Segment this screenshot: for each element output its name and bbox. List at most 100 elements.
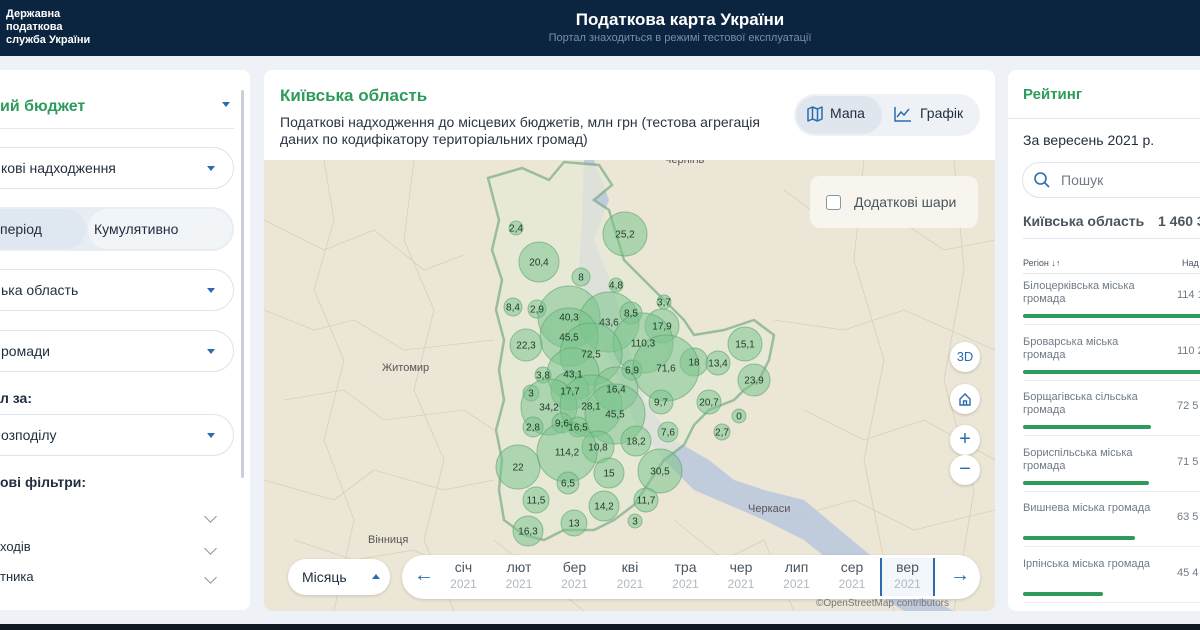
bubble-label: 30,5 bbox=[650, 467, 670, 478]
tab-period[interactable]: період bbox=[0, 221, 42, 237]
home-button[interactable] bbox=[950, 384, 980, 414]
map-title: Київська область bbox=[280, 86, 428, 105]
zoom-in-button[interactable]: + bbox=[950, 425, 980, 455]
bubble-label: 17,7 bbox=[560, 387, 580, 398]
period-select-value: Місяць bbox=[302, 569, 347, 585]
bubble-label: 15 bbox=[603, 469, 615, 480]
month-9[interactable]: вер 2021 bbox=[880, 558, 935, 596]
chevron-up-icon bbox=[372, 574, 380, 579]
month-year: 2021 bbox=[672, 577, 699, 591]
bubble-label: 110,3 bbox=[631, 339, 656, 350]
bubble-label: 8,5 bbox=[624, 309, 638, 320]
chevron-down-icon[interactable] bbox=[204, 510, 217, 523]
tab-chart-label[interactable]: Графік bbox=[920, 105, 963, 121]
month-year: 2021 bbox=[783, 577, 810, 591]
search-placeholder: Пошук bbox=[1061, 172, 1104, 188]
bubble-label: 6,9 bbox=[625, 366, 639, 377]
bubble-label: 16,3 bbox=[518, 527, 538, 538]
3d-button[interactable]: 3D bbox=[950, 342, 980, 372]
divider bbox=[1008, 118, 1200, 119]
zoom-out-button[interactable]: − bbox=[950, 455, 980, 485]
budget-select-label[interactable]: ий бюджет bbox=[0, 98, 85, 116]
map-attribution[interactable]: ©OpenStreetMap contributors bbox=[816, 598, 949, 609]
bubble-label: 2,4 bbox=[509, 224, 523, 235]
top-header: Державна податкова служба України Податк… bbox=[0, 0, 1200, 56]
bubble-label: 7,6 bbox=[661, 428, 675, 439]
period-select[interactable]: Місяць bbox=[288, 559, 390, 595]
search-input[interactable]: Пошук bbox=[1022, 162, 1200, 198]
distribution-select[interactable]: озподілу bbox=[0, 414, 234, 456]
bubble-label: 14,2 bbox=[594, 502, 614, 513]
divider bbox=[1023, 490, 1200, 492]
month-year: 2021 bbox=[727, 577, 755, 591]
divider bbox=[1023, 238, 1200, 239]
month-6[interactable]: чер 2021 bbox=[714, 558, 769, 592]
rating-row-value: 72 5 bbox=[1177, 400, 1199, 412]
rating-row[interactable]: Білоцерківська міська громада 114 1 bbox=[1023, 280, 1200, 330]
layers-checkbox[interactable] bbox=[826, 195, 841, 210]
tab-cumulative[interactable]: Кумулятивно bbox=[94, 221, 178, 237]
rating-row-bar bbox=[1023, 536, 1135, 540]
map-header: Київська область Податкові надходження д… bbox=[264, 70, 995, 160]
community-select[interactable]: ромади bbox=[0, 330, 234, 372]
bubble-label: 8 bbox=[578, 273, 584, 284]
bubble-label: 22 bbox=[512, 463, 524, 474]
month-4[interactable]: кві 2021 bbox=[603, 558, 658, 592]
bubble-label: 23,9 bbox=[744, 376, 764, 387]
divider bbox=[1023, 601, 1200, 603]
rating-row[interactable]: Борщагівська сільська громада 72 5 bbox=[1023, 391, 1200, 441]
rating-row-name: Білоцерківська міська громада bbox=[1023, 280, 1135, 305]
month-3[interactable]: бер 2021 bbox=[547, 558, 602, 592]
month-5[interactable]: тра 2021 bbox=[658, 558, 713, 592]
search-icon bbox=[1034, 172, 1050, 188]
month-8[interactable]: сер 2021 bbox=[825, 558, 880, 592]
divider bbox=[1023, 379, 1200, 381]
column-header-value[interactable]: Над bbox=[1182, 258, 1199, 268]
month-1[interactable]: січ 2021 bbox=[436, 558, 491, 592]
rating-row[interactable]: Броварська міська громада 110 2 bbox=[1023, 336, 1200, 386]
month-label: кві bbox=[621, 559, 639, 575]
filter-item-3[interactable]: тника bbox=[0, 569, 34, 584]
bubble-label: 8,4 bbox=[506, 303, 520, 314]
month-year: 2021 bbox=[838, 577, 866, 591]
rating-row-value: 71 5 bbox=[1177, 455, 1199, 468]
chevron-down-icon[interactable] bbox=[204, 571, 217, 584]
tab-map-label[interactable]: Мапа bbox=[830, 105, 865, 121]
rating-row-bar bbox=[1023, 369, 1200, 374]
arrow-left-icon[interactable]: ← bbox=[414, 564, 434, 587]
chevron-down-icon[interactable] bbox=[222, 102, 230, 107]
column-header-region[interactable]: Регіон ↓↑ bbox=[1023, 258, 1060, 268]
bubble-label: 20,4 bbox=[529, 258, 549, 269]
filter-item-2[interactable]: ходів bbox=[0, 539, 31, 554]
month-label: сер bbox=[840, 559, 864, 575]
home-icon bbox=[959, 393, 971, 406]
extra-filters-label: ові фільтри: bbox=[0, 474, 87, 490]
bubble-label: 18 bbox=[688, 358, 700, 369]
rating-row[interactable]: Вишнева міська громада 63 5 bbox=[1023, 502, 1200, 552]
month-label: лют bbox=[506, 559, 532, 575]
rating-row[interactable]: Бориспільська міська громада 71 5 bbox=[1023, 447, 1200, 497]
bubble-label: 25,2 bbox=[615, 230, 635, 241]
bubble-label: 3,7 bbox=[657, 298, 671, 309]
region-select[interactable]: ька область bbox=[0, 269, 234, 311]
extra-layers-toggle[interactable]: Додаткові шари bbox=[810, 176, 978, 228]
scrollbar[interactable] bbox=[241, 90, 244, 478]
rating-row-value: 110 2 bbox=[1177, 344, 1200, 357]
chevron-down-icon bbox=[207, 288, 215, 293]
month-year: 2021 bbox=[894, 577, 921, 591]
arrow-right-icon[interactable]: → bbox=[950, 564, 970, 587]
divider bbox=[1023, 435, 1200, 436]
rating-row-name: Ірпінська міська громада bbox=[1023, 557, 1151, 570]
bubble-label: 18,2 bbox=[626, 437, 646, 448]
chart-icon bbox=[894, 107, 911, 122]
bubble-label: 10,8 bbox=[588, 443, 608, 454]
month-7[interactable]: лип 2021 bbox=[769, 558, 824, 592]
rating-row[interactable]: Ірпінська міська громада 45 4 bbox=[1023, 558, 1200, 608]
month-2[interactable]: лют 2021 bbox=[492, 558, 547, 592]
chevron-down-icon[interactable] bbox=[204, 542, 217, 555]
rating-region-total: 1 460 3 bbox=[1158, 213, 1200, 229]
rating-row-value: 114 1 bbox=[1177, 289, 1200, 301]
revenue-type-select[interactable]: кові надходження bbox=[0, 147, 234, 189]
bubble-label: 13,4 bbox=[708, 359, 728, 370]
bubble-label: 28,1 bbox=[581, 402, 601, 413]
